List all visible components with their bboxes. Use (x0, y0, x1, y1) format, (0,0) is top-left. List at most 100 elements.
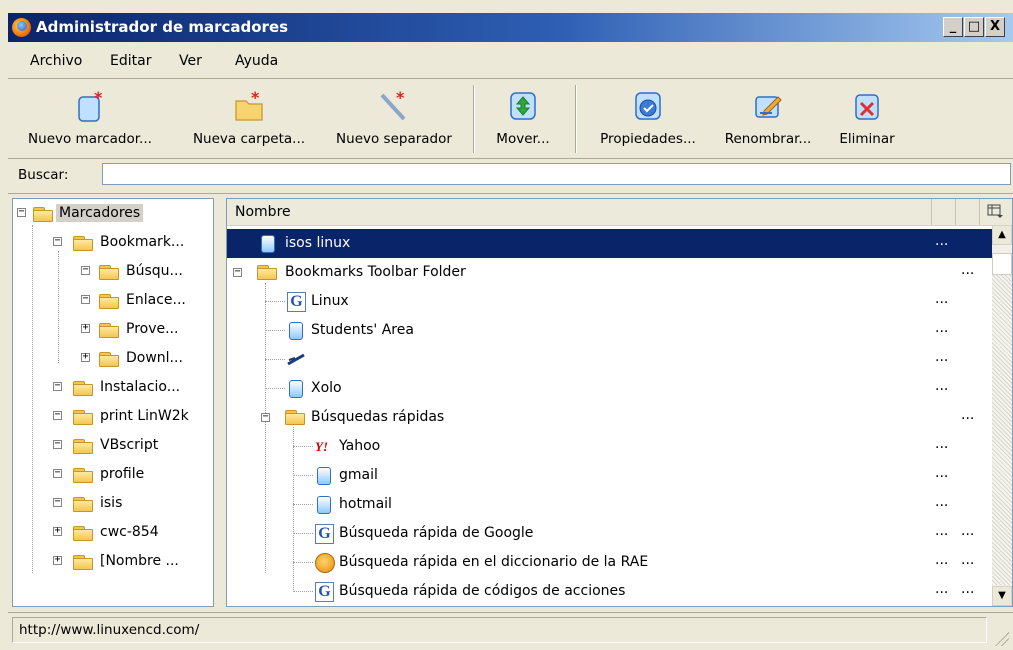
column-header-name[interactable]: Nombre (227, 199, 932, 225)
expand-icon[interactable]: + (53, 555, 62, 565)
properties-button[interactable]: Propiedades... (584, 79, 712, 158)
tree-item-label: isis (100, 495, 123, 511)
tree-item-label: [Nombre ... (100, 553, 179, 569)
list-item[interactable]: Y! Yahoo ... (227, 432, 992, 461)
collapse-icon[interactable]: − (81, 265, 90, 275)
list-item[interactable]: ... (227, 345, 992, 374)
list-item[interactable]: hotmail ... (227, 490, 992, 519)
tree-item-marcadores[interactable]: − Marcadores (13, 201, 213, 227)
item-location: ... (935, 523, 949, 539)
folder-icon (73, 466, 95, 484)
list-item[interactable]: G Linux ... (227, 287, 992, 316)
list-item[interactable]: Students' Area ... (227, 316, 992, 345)
pane-splitter[interactable] (214, 198, 224, 607)
close-button[interactable]: X (985, 17, 1005, 37)
item-name: Xolo (311, 380, 342, 396)
collapse-icon[interactable]: − (53, 439, 62, 449)
tree-item[interactable]: + Prove... (13, 317, 213, 343)
scroll-up-arrow-icon[interactable]: ▲ (992, 225, 1012, 245)
list-item[interactable]: isos linux ... (227, 229, 992, 258)
tree-item[interactable]: + [Nombre ... (13, 549, 213, 575)
svg-text:*: * (251, 89, 260, 107)
column-header-extra[interactable] (956, 199, 980, 225)
delete-button[interactable]: Eliminar (834, 79, 900, 158)
tree-item[interactable]: − profile (13, 462, 213, 488)
bookmark-icon (259, 234, 277, 254)
collapse-icon[interactable]: − (53, 236, 62, 246)
menu-archivo[interactable]: Archivo (30, 53, 82, 69)
move-label: Mover... (496, 131, 550, 147)
folder-icon (33, 205, 55, 223)
tree-item[interactable]: − Bookmark... (13, 230, 213, 256)
item-extra: ... (961, 523, 975, 539)
tree-item[interactable]: − print LinW2k (13, 404, 213, 430)
tree-item-label: Prove... (126, 321, 179, 337)
tree-item[interactable]: + cwc-854 (13, 520, 213, 546)
folder-tree[interactable]: − Marcadores − Bookmark... − Búsqu... − … (12, 198, 214, 607)
collapse-icon[interactable]: − (17, 207, 26, 217)
vertical-scrollbar[interactable]: ▲ ▼ (992, 225, 1012, 606)
google-icon: G (287, 292, 306, 312)
minimize-button[interactable]: _ (943, 17, 963, 37)
tree-item[interactable]: − Enlace... (13, 288, 213, 314)
tree-item[interactable]: − Instalacio... (13, 375, 213, 401)
tree-item[interactable]: − Búsqu... (13, 259, 213, 285)
bookmark-list[interactable]: Nombre isos linux ... − Bookmarks Toolba… (226, 198, 1013, 607)
list-item[interactable]: gmail ... (227, 461, 992, 490)
expand-icon[interactable]: + (81, 352, 90, 362)
collapse-icon[interactable]: − (53, 381, 62, 391)
tree-guide (293, 562, 313, 564)
toolbar-separator (575, 85, 577, 153)
scroll-thumb[interactable] (992, 253, 1012, 275)
menu-ayuda[interactable]: Ayuda (235, 53, 278, 69)
svg-text:*: * (396, 89, 405, 107)
new-bookmark-button[interactable]: * Nuevo marcador... (10, 79, 170, 158)
list-item[interactable]: Xolo ... (227, 374, 992, 403)
tree-item[interactable]: + Downl... (13, 346, 213, 372)
new-folder-icon: * (235, 89, 263, 121)
list-item[interactable]: Búsqueda rápida en el diccionario de la … (227, 548, 992, 577)
expand-icon[interactable]: + (81, 323, 90, 333)
collapse-icon[interactable]: − (261, 412, 270, 422)
folder-icon (99, 263, 121, 281)
scroll-track[interactable] (992, 275, 1012, 585)
maximize-button[interactable]: □ (964, 17, 984, 37)
rename-button[interactable]: Renombrar... (712, 79, 824, 158)
column-picker-icon[interactable] (987, 203, 1003, 219)
expand-icon[interactable]: + (53, 526, 62, 536)
list-item[interactable]: − Bookmarks Toolbar Folder ... (227, 258, 992, 287)
new-folder-button[interactable]: * Nueva carpeta... (176, 79, 322, 158)
item-location: ... (935, 552, 949, 568)
tree-item[interactable]: − isis (13, 491, 213, 517)
item-name: Yahoo (339, 438, 381, 454)
list-item[interactable]: G Búsqueda rápida de códigos de acciones… (227, 577, 992, 606)
tree-guide (293, 446, 313, 448)
move-button[interactable]: Mover... (482, 79, 564, 158)
scroll-down-arrow-icon[interactable]: ▼ (992, 586, 1012, 606)
menu-bar: Archivo Editar Ver Ayuda (8, 44, 1013, 79)
collapse-icon[interactable]: − (53, 468, 62, 478)
collapse-icon[interactable]: − (53, 410, 62, 420)
column-header-location[interactable] (932, 199, 956, 225)
tree-guide (293, 533, 313, 535)
resize-grip-icon[interactable] (995, 632, 1009, 646)
collapse-icon[interactable]: − (233, 267, 242, 277)
tree-item-label: print LinW2k (100, 408, 189, 424)
list-item[interactable]: G Búsqueda rápida de Google ... ... (227, 519, 992, 548)
folder-icon (285, 408, 307, 426)
tree-item[interactable]: − VBscript (13, 433, 213, 459)
tree-guide (265, 330, 285, 332)
menu-ver[interactable]: Ver (179, 53, 202, 69)
collapse-icon[interactable]: − (53, 497, 62, 507)
tree-item-label: Instalacio... (100, 379, 181, 395)
new-separator-button[interactable]: * Nuevo separador (322, 79, 466, 158)
collapse-icon[interactable]: − (81, 294, 90, 304)
search-input[interactable] (102, 163, 1011, 185)
menu-editar[interactable]: Editar (110, 53, 151, 69)
new-folder-label: Nueva carpeta... (192, 131, 306, 147)
item-name: Búsqueda rápida de códigos de acciones (339, 583, 626, 599)
title-bar[interactable]: Administrador de marcadores _ □ X (8, 13, 1013, 42)
list-item[interactable]: − Búsquedas rápidas ... (227, 403, 992, 432)
move-icon (510, 92, 536, 120)
status-bar: http://www.linuxencd.com/ (8, 612, 1013, 650)
